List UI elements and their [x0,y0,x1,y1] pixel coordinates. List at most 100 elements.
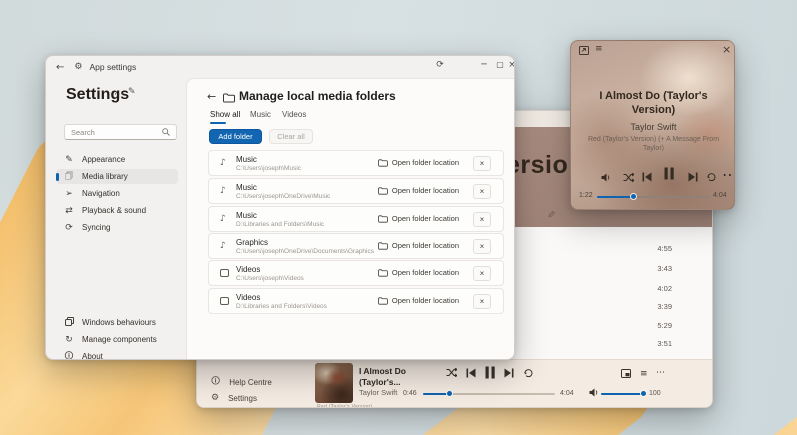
open-folder-icon [378,186,388,195]
mini-next-button[interactable] [688,169,698,187]
folder-row: Videos D:\Libraries and Folders\Videos O… [208,288,504,314]
playback-sound-icon: ⇄ [65,205,73,216]
remove-folder-button[interactable]: × [473,294,491,309]
folder-row: ♪ Music C:\Users\joseph\Music Open folde… [208,150,504,176]
minimize-icon[interactable]: ─ [476,60,492,70]
mini-player-menu-icon[interactable]: ≡ [595,44,603,54]
track-duration: 3:43 [657,264,672,273]
volume-fill [601,393,644,395]
queue-icon[interactable]: ≡ [640,369,648,379]
mini-progress-fill [597,196,634,198]
sidebar-item-navigation[interactable]: ➢ Navigation [56,186,178,201]
refresh-icon[interactable]: ⟳ [432,60,448,70]
mini-song-title: I Almost Do (Taylor's Version) [599,90,708,117]
mini-shuffle-icon[interactable] [623,169,635,187]
sidebar-item-syncing[interactable]: ⟳ Syncing [56,220,178,235]
search-input[interactable]: Search [64,124,177,140]
settings-content-panel: ← Manage local media folders Show all Mu… [186,78,514,359]
add-folder-button[interactable]: Add folder [209,129,262,144]
settings-gear-icon: ⚙ [74,62,83,72]
now-playing-album-art[interactable] [315,363,353,403]
media-library-icon: 🗇 [64,171,74,182]
appearance-icon: ✎ [65,154,73,165]
mini-elapsed-time: 1:22 [579,192,593,199]
mini-duration-time: 4:04 [713,192,727,199]
mini-player-close-icon[interactable]: × [722,43,731,56]
app-settings-window: ← ⚙ App settings ⟳ ─ ▢ × Settings ⋯ ✎ Se… [45,55,515,360]
volume-icon[interactable] [589,388,598,397]
previous-button[interactable] [466,368,476,378]
mini-repeat-button[interactable] [706,169,717,187]
sidebar-item-media-library[interactable]: 🗇 Media library [56,169,178,184]
elapsed-time: 0:46 [403,390,417,397]
progress-thumb[interactable] [446,390,453,397]
folder-row: ♪ Music D:\Libraries and Folders\Music O… [208,206,504,232]
back-icon[interactable]: ← [56,62,64,73]
nav-settings[interactable]: ⚙ Settings [211,393,257,403]
volume-value: 100 [649,390,661,397]
content-back-icon[interactable]: ← [207,90,216,103]
video-icon [220,269,229,279]
music-note-icon: ♪ [220,186,226,196]
search-placeholder: Search [71,127,95,137]
tab-music[interactable]: Music [250,110,271,119]
remove-folder-button[interactable]: × [473,266,491,281]
open-folder-location-button[interactable]: Open folder location [378,268,459,277]
open-folder-location-button[interactable]: Open folder location [378,214,459,223]
folder-row: ♪ Music C:\Users\joseph\OneDrive\Music O… [208,178,504,204]
settings-titlebar: ← ⚙ App settings ⟳ ─ ▢ × [46,56,514,78]
manage-components-icon: ↻ [65,334,73,345]
repeat-button[interactable] [523,368,534,378]
remove-folder-button[interactable]: × [473,184,491,199]
pin-icon[interactable]: ✎ [128,87,136,97]
mini-pause-button[interactable] [663,167,675,185]
open-folder-icon [378,296,388,305]
shuffle-button[interactable] [446,368,457,377]
music-note-icon: ♪ [220,158,226,168]
now-playing-title[interactable]: I Almost Do (Taylor's... [359,366,429,387]
duration-time: 4:04 [560,390,574,397]
pause-button[interactable] [484,366,496,379]
mini-player-window: ≡ × I Almost Do (Taylor's Version) Taylo… [570,40,735,210]
close-icon[interactable]: × [504,60,514,70]
mini-song-album: Red (Taylor's Version) (+ A Message From… [587,136,720,153]
windows-behaviours-icon [64,317,74,328]
remove-folder-button[interactable]: × [473,156,491,171]
sidebar-item-appearance[interactable]: ✎ Appearance [56,152,178,167]
mini-player-button[interactable] [621,369,631,378]
clear-all-button[interactable]: Clear all [269,129,313,144]
mini-volume-icon[interactable] [601,169,610,187]
mini-song-artist: Taylor Swift [630,122,677,132]
search-icon [162,128,170,136]
mini-previous-button[interactable] [642,169,652,187]
sidebar-item-about[interactable]: 🛈 About [56,349,178,360]
sidebar-item-playback-sound[interactable]: ⇄ Playback & sound [56,203,178,218]
sidebar-more-icon[interactable]: ⋯ [114,89,124,100]
open-folder-icon [378,158,388,167]
tab-show-all[interactable]: Show all [210,110,240,119]
nav-help-centre[interactable]: 🛈 Help Centre [211,374,272,390]
tab-videos[interactable]: Videos [282,110,306,119]
open-folder-location-button[interactable]: Open folder location [378,241,459,250]
open-folder-location-button[interactable]: Open folder location [378,296,459,305]
settings-window-title: App settings [89,62,137,72]
sync-icon: ⟳ [65,222,73,233]
next-button[interactable] [504,368,514,378]
more-options-icon[interactable]: ⋯ [656,368,665,378]
settings-sidebar: Settings ⋯ ✎ Search ✎ Appearance 🗇 Media… [46,78,186,360]
remove-folder-button[interactable]: × [473,212,491,227]
volume-thumb[interactable] [640,390,647,397]
video-icon [220,297,229,307]
about-info-icon: 🛈 [64,351,74,360]
now-playing-artist[interactable]: Taylor Swift [359,388,397,397]
mini-more-options-icon[interactable]: ⋯ [722,165,734,184]
mini-progress-thumb[interactable] [630,192,637,200]
remove-folder-button[interactable]: × [473,239,491,254]
open-folder-location-button[interactable]: Open folder location [378,186,459,195]
sidebar-item-windows-behaviours[interactable]: Windows behaviours [56,315,178,330]
exit-mini-player-icon[interactable] [579,46,589,57]
track-duration: 3:39 [657,302,672,311]
sidebar-item-manage-components[interactable]: ↻ Manage components [56,332,178,347]
open-folder-location-button[interactable]: Open folder location [378,158,459,167]
edit-pencil-icon[interactable]: ✎ [545,210,556,218]
